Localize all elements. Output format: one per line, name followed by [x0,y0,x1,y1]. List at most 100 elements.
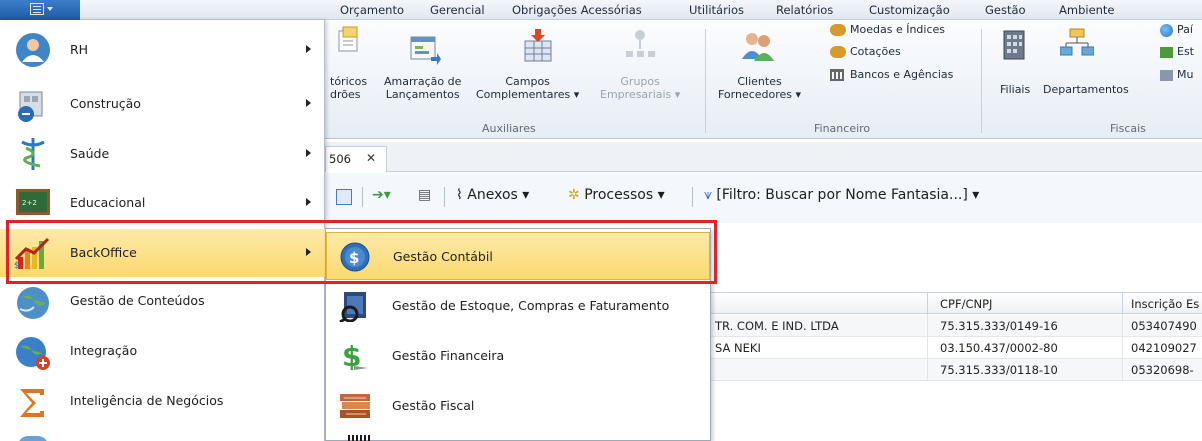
button-label-line2: Lançamentos [385,88,460,101]
menu-bar: Orçamento Gerencial Obrigações Acessória… [0,0,1202,20]
svg-text:$: $ [349,249,359,267]
toolbar-separator [692,187,693,207]
menu-item-backoffice[interactable]: $ BackOffice [0,229,325,277]
processos-label: Processos [584,187,654,203]
button-label-line2: drões [330,88,361,101]
campos-complementares-button[interactable]: Campos Complementares ▾ [476,75,579,101]
map-icon [1160,46,1173,58]
tab-gerencial[interactable]: Gerencial [430,3,485,17]
submenu-item-gestao-fiscal[interactable]: Gestão Fiscal [326,382,710,430]
column-separator [927,293,928,315]
menu-item-educacional[interactable]: 2+2 Educacional [0,179,325,227]
tab-ambiente[interactable]: Ambiente [1059,3,1115,17]
group-separator [705,29,706,133]
cell-name: SA NEKI [715,341,761,355]
paises-button[interactable]: Paí [1160,23,1193,37]
chevron-right-icon [306,149,311,157]
chevron-right-icon [306,45,311,53]
submenu-item-gestao-estoque[interactable]: Gestão de Estoque, Compras e Faturamento [326,282,710,330]
filiais-building-icon [998,27,1030,63]
cell-name: TR. COM. E IND. LTDA [715,319,839,333]
grid-view-icon[interactable] [336,189,352,205]
button-label-line1: Amarração de [384,75,462,88]
chevron-right-icon [306,99,311,107]
campos-complementares-icon [521,29,557,65]
toolbar-separator [362,187,363,207]
menu-item-gestao-de-conteudos[interactable]: Gestão de Conteúdos [0,279,325,327]
button-label-line2: Complementares ▾ [476,88,580,101]
button-label: Mu [1177,68,1194,81]
menu-item-integracao[interactable]: Integração [0,329,325,377]
app-menu-button[interactable] [0,0,80,20]
amarracao-icon [407,31,443,67]
menu-item-label: Construção [70,96,141,111]
anexos-label: Anexos [467,187,518,203]
filter-dropdown[interactable]: ⩛ [Filtro: Buscar por Nome Fantasia...] … [704,187,979,203]
bancos-agencias-button[interactable]: Bancos e Agências [830,68,953,81]
health-caduceus-icon [14,136,52,172]
submenu-item-label: Gestão de Estoque, Compras e Faturamento [392,298,670,313]
tab-utilitarios[interactable]: Utilitários [689,3,744,17]
filter-label: [Filtro: Buscar por Nome Fantasia...] [716,187,968,203]
menu-item-rh[interactable]: RH [0,26,325,74]
menu-item-label: Inteligência de Negócios [70,393,224,408]
submenu-item-gestao-financeira[interactable]: $ Gestão Financeira [326,332,710,380]
cotacoes-button[interactable]: Cotações [830,45,901,58]
tab-gestao[interactable]: Gestão [985,3,1026,17]
coins-icon [830,24,846,36]
grupos-empresariais-button[interactable]: Grupos Empresariais ▾ [600,75,680,101]
report-icon [335,25,365,55]
filter-icon: ⩛ [704,187,717,203]
grupos-empresariais-icon [622,27,658,63]
tab-customizacao[interactable]: Customização [869,3,950,17]
partial-menu-icon [18,436,48,441]
menu-item-saude[interactable]: Saúde [0,130,325,178]
cell-ie: 05320698- [1131,363,1194,377]
moedas-indices-button[interactable]: Moedas e Índices [830,23,945,36]
sigma-icon [14,385,52,421]
content-globe-icon [14,285,52,321]
cell-cnpj: 03.150.437/0002-80 [940,341,1058,355]
chevron-right-icon [306,248,311,256]
submenu-item-gestao-contabil[interactable]: $ Gestão Contábil [326,232,710,280]
cell-separator [927,337,928,359]
menu-item-construcao[interactable]: Construção [0,80,325,128]
app-menu-icon [30,3,44,15]
coins-icon [830,46,846,58]
submenu-item-label: Gestão Contábil [393,249,493,264]
tab-orcamento[interactable]: Orçamento [340,3,404,17]
municipios-button[interactable]: Mu [1160,68,1193,81]
group-label-financeiro: Financeiro [814,122,871,135]
processos-button[interactable]: ✲ Processos ▾ [568,187,665,203]
export-arrow-icon[interactable]: ➔▾ [372,187,391,203]
button-label: Cotações [850,45,901,58]
tab-relatorios[interactable]: Relatórios [776,3,833,17]
filiais-button[interactable]: Filiais [1000,83,1030,96]
button-label-line1: tóricos [330,75,368,88]
backoffice-submenu: $ Gestão Contábil Gestão de Estoque, Com… [325,228,711,441]
rh-user-icon [14,32,52,68]
clientes-fornecedores-button[interactable]: Clientes Fornecedores ▾ [718,75,801,101]
button-label: Bancos e Agências [850,68,954,81]
print-icon[interactable]: ▤ [418,187,431,203]
button-label-line1: Clientes [737,75,782,88]
column-header-inscricao-estadual[interactable]: Inscrição Es [1131,297,1199,311]
fiscal-books-icon [338,390,372,422]
menu-item-inteligencia-de-negocios[interactable]: Inteligência de Negócios [0,379,325,427]
close-icon[interactable]: ✕ [366,151,376,165]
amarracao-lancamentos-button[interactable]: Amarração de Lançamentos [384,75,461,101]
cell-separator [1122,359,1123,381]
toolbar-separator [444,187,445,207]
tab-obrigacoes-acessorias[interactable]: Obrigações Acessórias [512,3,642,17]
anexos-button[interactable]: ⌇ Anexos ▾ [456,187,529,203]
button-label: Paí [1177,23,1193,36]
departamentos-button[interactable]: Departamentos [1043,83,1129,96]
historicos-padroes-button[interactable]: tóricos drões [330,75,367,101]
cell-separator [1122,315,1123,337]
estados-button[interactable]: Est [1160,45,1194,58]
clientes-fornecedores-icon [738,29,778,65]
document-tab[interactable]: 506 ✕ [325,146,387,172]
cell-cnpj: 75.315.333/0149-16 [940,319,1058,333]
column-header-cpf-cnpj[interactable]: CPF/CNPJ [940,297,992,311]
integration-globe-icon [14,335,52,371]
